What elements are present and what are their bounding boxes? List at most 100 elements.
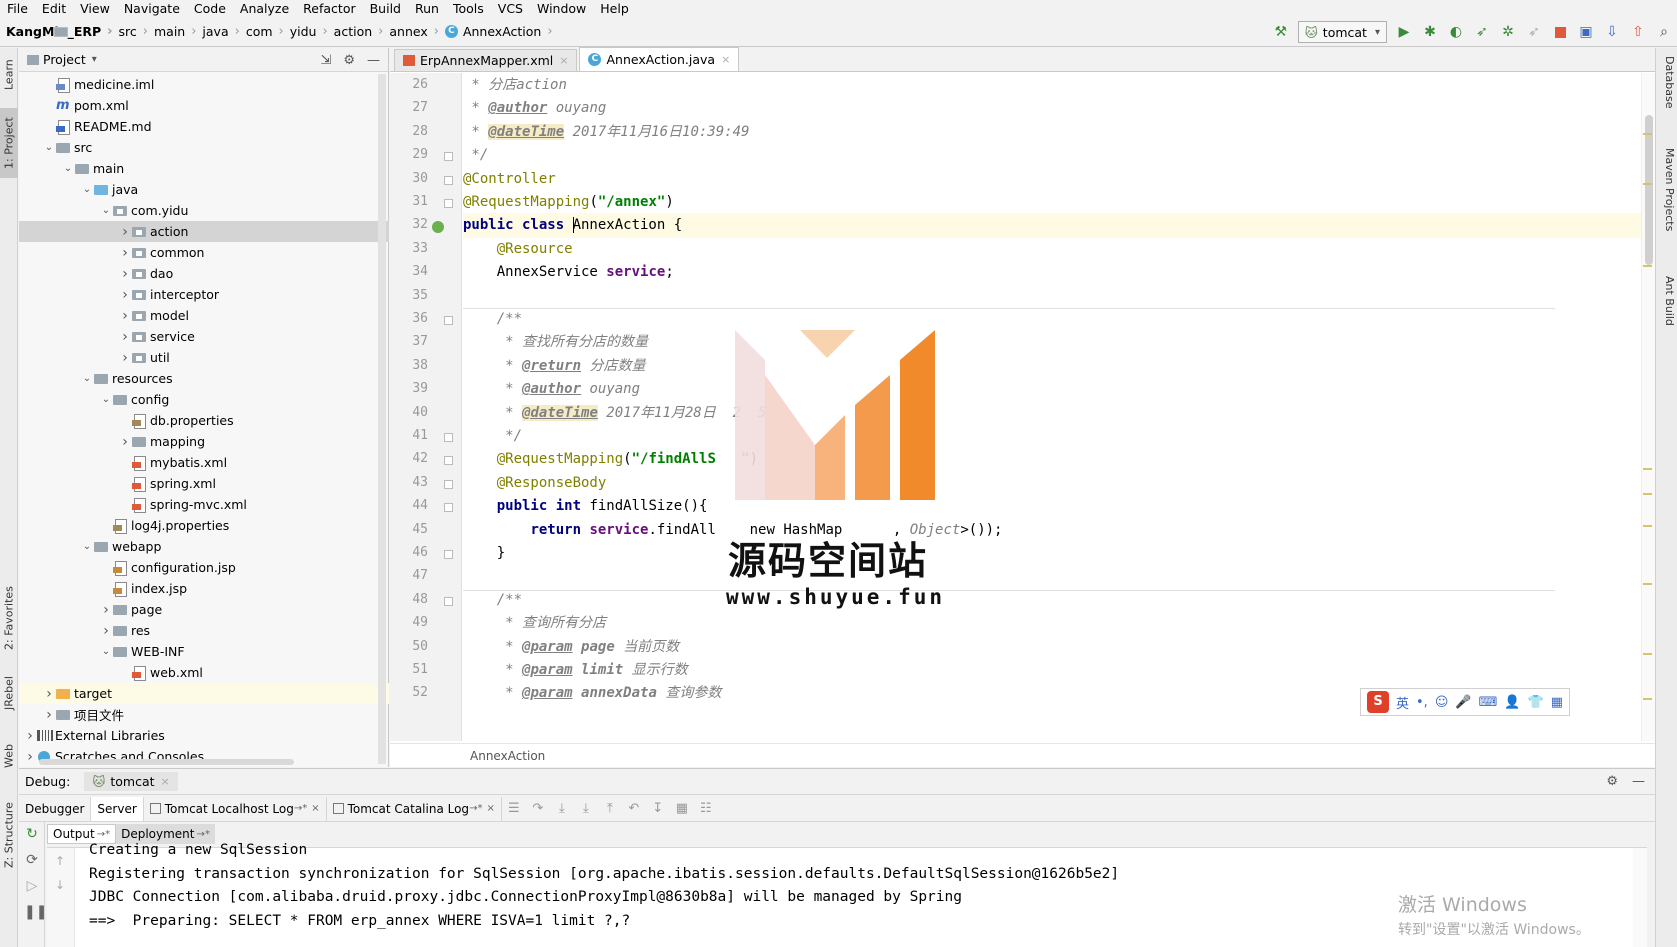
tree-item[interactable]: › page (19, 599, 389, 620)
fold-marker-icon[interactable] (444, 175, 453, 185)
stop-icon[interactable] (1547, 19, 1573, 45)
run-icon[interactable]: ▶ (1391, 19, 1417, 45)
list-icon[interactable]: ☰ (502, 801, 526, 816)
debug-tab-tomcat-localhost-log[interactable]: Tomcat Localhost Log →* × (144, 796, 327, 821)
editor-scroll-thumb[interactable] (1645, 115, 1653, 265)
error-stripe-mark[interactable] (1643, 698, 1652, 700)
tree-item[interactable]: ⌄ src (19, 137, 389, 158)
error-stripe-mark[interactable] (1643, 653, 1652, 655)
chevron-right-icon[interactable]: › (23, 749, 37, 765)
fold-marker-icon[interactable] (444, 456, 453, 466)
project-scrollbar[interactable] (378, 74, 386, 764)
resume-icon[interactable]: ▷ (24, 878, 40, 894)
coverage-icon[interactable]: ◐ (1443, 19, 1469, 45)
menu-item-window[interactable]: Window (530, 0, 593, 17)
tree-item[interactable]: › interceptor (19, 284, 389, 305)
error-stripe-mark[interactable] (1643, 493, 1652, 495)
chevron-down-icon[interactable]: ⌄ (99, 205, 113, 216)
pause-icon[interactable]: ❚❚ (24, 904, 47, 920)
project-tab[interactable]: 1: Project (0, 108, 18, 178)
sogou-logo-icon[interactable]: S (1367, 691, 1389, 713)
fold-marker-icon[interactable] (444, 433, 453, 442)
close-icon[interactable]: × (161, 775, 170, 788)
tree-item[interactable]: › dao (19, 263, 389, 284)
evaluate-icon[interactable]: ▦ (670, 801, 694, 816)
trace-icon[interactable]: ☷ (694, 801, 718, 816)
build-hammer-icon[interactable]: ⚒ (1268, 19, 1294, 45)
tree-item[interactable]: ⌄ com.yidu (19, 200, 389, 221)
refresh-icon[interactable]: ⟳ (24, 852, 40, 868)
fold-marker-icon[interactable] (444, 596, 453, 606)
tree-item[interactable]: ⌄ resources (19, 368, 389, 389)
editor-scrollbar[interactable] (1641, 73, 1655, 741)
tree-item[interactable]: index.jsp (19, 578, 389, 599)
ime-toolbar[interactable]: S 英 •, ☺ 🎤 ⌨ 👤 👕 ▦ (1360, 688, 1570, 716)
code-area[interactable]: * 分店action * @author ouyang * @dateTime … (463, 73, 1655, 741)
breadcrumb-item-main[interactable]: main › (54, 24, 196, 39)
jrebel-debug-icon[interactable]: ✲ (1495, 19, 1521, 45)
tree-item[interactable]: › mapping (19, 431, 389, 452)
tree-item[interactable]: › target (19, 683, 389, 704)
chevron-right-icon[interactable]: › (99, 623, 113, 639)
step-into-icon[interactable]: ⤓ (550, 801, 574, 816)
editor-breadcrumb[interactable]: AnnexAction (390, 743, 1655, 767)
project-horizontal-scrollbar[interactable] (39, 759, 294, 765)
menu-item-file[interactable]: File (0, 0, 35, 17)
tree-item[interactable]: › common (19, 242, 389, 263)
menu-item-edit[interactable]: Edit (35, 0, 73, 17)
tree-item[interactable]: web.xml (19, 662, 389, 683)
chevron-right-icon[interactable]: › (99, 602, 113, 618)
learn-tab[interactable]: Learn (0, 52, 18, 98)
tree-item[interactable]: spring-mvc.xml (19, 494, 389, 515)
skin-icon[interactable]: 👕 (1528, 695, 1544, 710)
hide-panel-icon[interactable]: — (367, 53, 380, 68)
menu-item-analyze[interactable]: Analyze (233, 0, 296, 17)
tree-item[interactable]: configuration.jsp (19, 557, 389, 578)
vcs-commit-icon[interactable]: ⇧ (1625, 19, 1651, 45)
favorites-tab[interactable]: 2: Favorites (0, 578, 18, 658)
menu-item-code[interactable]: Code (187, 0, 233, 17)
step-over-icon[interactable]: ↷ (526, 801, 550, 816)
chevron-right-icon[interactable]: › (118, 224, 132, 240)
maven-projects-tab[interactable]: Maven Projects (1658, 148, 1676, 231)
tree-item[interactable]: spring.xml (19, 473, 389, 494)
close-icon[interactable]: × (721, 53, 730, 66)
jrebel-run-icon[interactable]: ➶ (1469, 19, 1495, 45)
tree-item[interactable]: medicine.iml (19, 74, 389, 95)
fold-marker-icon[interactable] (444, 503, 453, 513)
database-tab[interactable]: Database (1658, 56, 1676, 109)
tree-item[interactable]: log4j.properties (19, 515, 389, 536)
chevron-right-icon[interactable]: › (118, 245, 132, 261)
fold-marker-icon[interactable] (444, 199, 453, 208)
fold-marker-icon[interactable] (444, 152, 453, 162)
tree-item[interactable]: › res (19, 620, 389, 641)
breadcrumb-item-class[interactable]: C AnnexAction › (444, 24, 553, 39)
chevron-down-icon[interactable]: ▾ (92, 54, 97, 65)
chevron-down-icon[interactable]: ⌄ (99, 394, 113, 405)
gear-icon[interactable]: ⚙ (343, 53, 355, 68)
debug-tab-debugger[interactable]: Debugger (19, 796, 92, 821)
rerun-icon[interactable]: ↻ (24, 826, 40, 842)
error-stripe-mark[interactable] (1643, 583, 1652, 585)
chevron-right-icon[interactable]: › (118, 350, 132, 366)
close-icon[interactable]: × (559, 54, 568, 67)
fold-marker-icon[interactable] (444, 316, 453, 325)
chevron-right-icon[interactable]: › (118, 266, 132, 282)
chevron-down-icon[interactable]: ⌄ (99, 646, 113, 657)
chevron-right-icon[interactable]: › (118, 434, 132, 450)
punctuation-icon[interactable]: •, (1416, 695, 1428, 710)
debug-tab-server[interactable]: Server (91, 796, 144, 821)
breadcrumb-item-yidu[interactable]: yidu › (54, 24, 328, 39)
tree-item[interactable]: › 项目文件 (19, 704, 389, 725)
breadcrumb-item-action[interactable]: action › (54, 24, 383, 39)
error-stripe-mark[interactable] (1643, 468, 1652, 470)
structure-tab[interactable]: Z: Structure (0, 798, 18, 872)
tree-item[interactable]: ⌄ main (19, 158, 389, 179)
chevron-right-icon[interactable]: › (23, 728, 37, 744)
breadcrumb-item-annex[interactable]: annex › (54, 24, 439, 39)
tree-item[interactable]: README.md (19, 116, 389, 137)
tree-item[interactable]: › util (19, 347, 389, 368)
tree-item[interactable]: › action (19, 221, 389, 242)
menu-item-build[interactable]: Build (363, 0, 408, 17)
breadcrumb-item-com[interactable]: com › (54, 24, 284, 39)
